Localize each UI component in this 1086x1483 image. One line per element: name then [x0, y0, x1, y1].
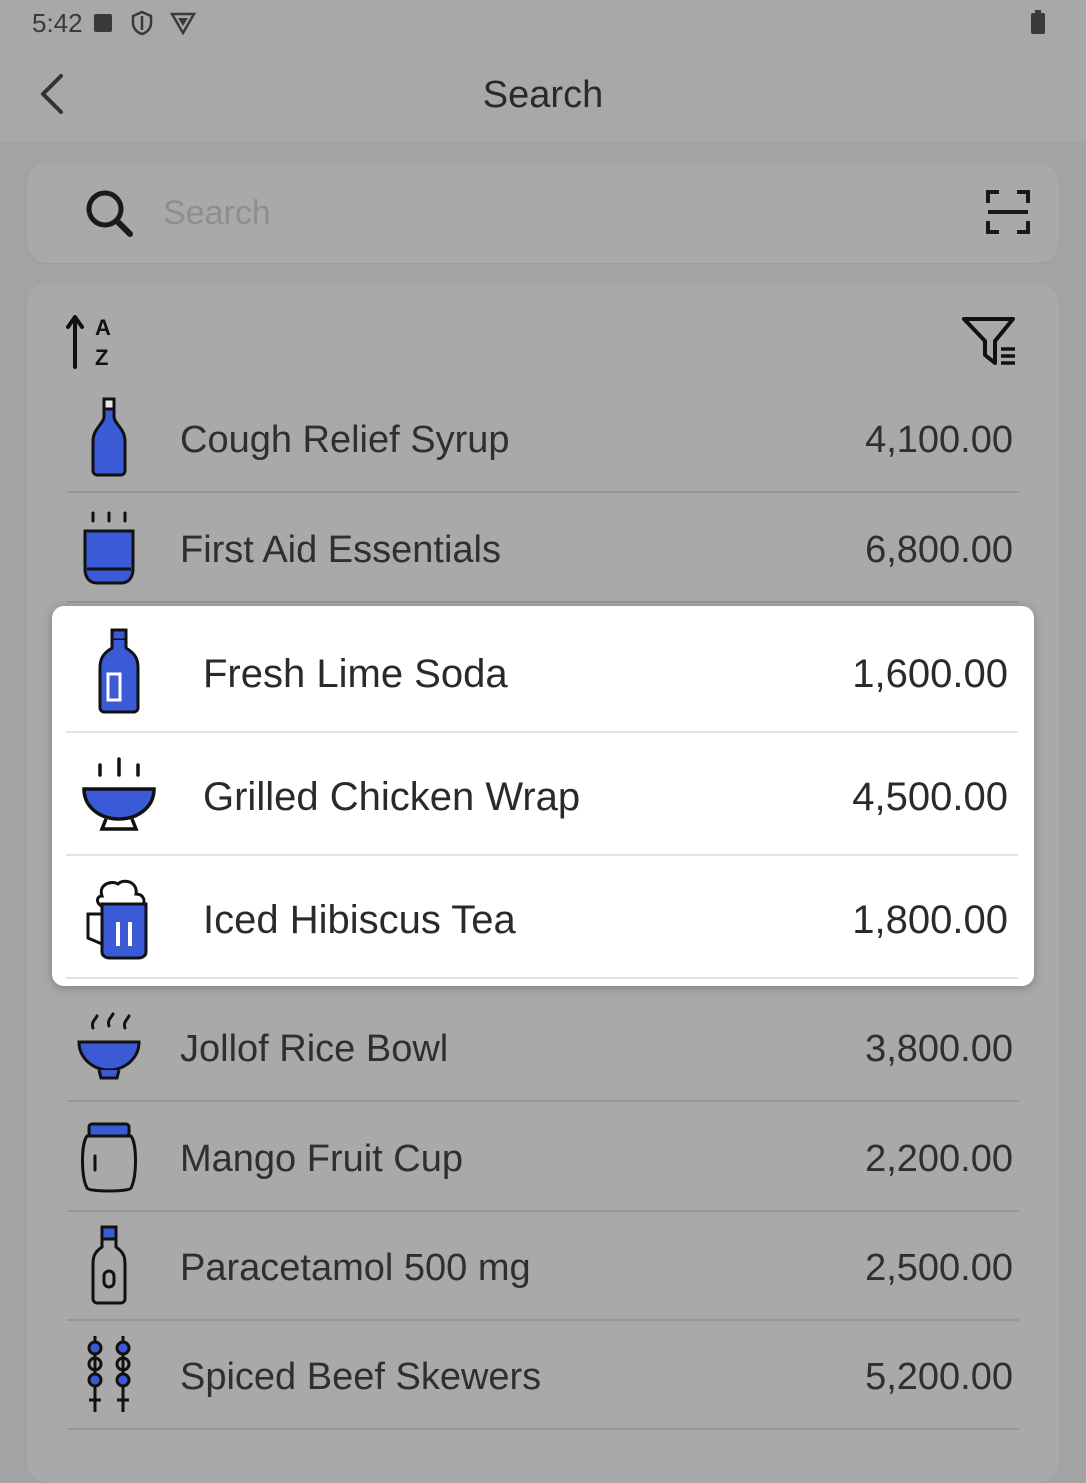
- soda-bottle-icon: [98, 628, 140, 714]
- filter-icon[interactable]: [961, 315, 1019, 369]
- search-icon[interactable]: [83, 187, 135, 239]
- list-item[interactable]: Iced Hibiscus Tea 1,800.00: [66, 856, 1018, 979]
- svg-text:Z: Z: [95, 345, 108, 369]
- search-bar: [27, 163, 1059, 263]
- search-input[interactable]: [163, 187, 943, 239]
- svg-text:A: A: [95, 315, 111, 340]
- list-item[interactable]: Paracetamol 500 mg 2,500.00: [67, 1211, 1019, 1321]
- item-price: 4,100.00: [865, 419, 1013, 461]
- item-name: Spiced Beef Skewers: [180, 1356, 542, 1398]
- cup-icon: [83, 511, 135, 585]
- status-bar: 5:42: [0, 0, 1086, 46]
- syrup-bottle-icon: [91, 397, 127, 477]
- item-name: Grilled Chicken Wrap: [203, 775, 581, 819]
- rice-bowl-icon: [77, 1012, 141, 1080]
- item-price: 2,500.00: [865, 1247, 1013, 1289]
- list-item[interactable]: First Aid Essentials 6,800.00: [67, 493, 1019, 603]
- battery-icon: [1031, 10, 1045, 34]
- list-item[interactable]: Grilled Chicken Wrap 4,500.00: [66, 733, 1018, 856]
- status-icons: [92, 10, 196, 36]
- item-price: 5,200.00: [865, 1356, 1013, 1398]
- list-item[interactable]: Fresh Lime Soda 1,600.00: [66, 610, 1018, 733]
- list-item[interactable]: Cough Relief Syrup 4,100.00: [67, 383, 1019, 493]
- item-name: Mango Fruit Cup: [180, 1138, 464, 1180]
- item-price: 2,200.00: [865, 1138, 1013, 1180]
- highlighted-items: Fresh Lime Soda 1,600.00 Grilled Chicken…: [52, 606, 1034, 986]
- item-name: First Aid Essentials: [180, 529, 501, 571]
- item-name: Jollof Rice Bowl: [180, 1028, 449, 1070]
- item-name: Iced Hibiscus Tea: [203, 898, 516, 942]
- list-item[interactable]: Mango Fruit Cup 2,200.00: [67, 1102, 1019, 1212]
- status-time: 5:42: [32, 8, 83, 38]
- list-item[interactable]: Spiced Beef Skewers 5,200.00: [67, 1320, 1019, 1430]
- skewers-icon: [87, 1336, 131, 1412]
- list-item[interactable]: Jollof Rice Bowl 3,800.00: [67, 992, 1019, 1102]
- bowl-icon: [82, 757, 156, 831]
- item-price: 1,600.00: [852, 652, 1008, 696]
- page-title: Search: [482, 74, 604, 116]
- sort-az-icon[interactable]: AZ: [65, 313, 117, 369]
- item-price: 6,800.00: [865, 529, 1013, 571]
- item-name: Paracetamol 500 mg: [180, 1247, 531, 1289]
- pill-bottle-icon: [91, 1225, 127, 1305]
- jar-icon: [81, 1122, 137, 1193]
- app-bar: Search: [0, 46, 1086, 142]
- mug-icon: [86, 879, 148, 960]
- shield-icon: [131, 10, 153, 36]
- item-name: Cough Relief Syrup: [180, 419, 510, 461]
- notification-square-icon: [94, 14, 112, 32]
- item-price: 1,800.00: [852, 898, 1008, 942]
- item-price: 4,500.00: [852, 775, 1008, 819]
- vpn-shield-icon: [170, 12, 196, 35]
- item-price: 3,800.00: [865, 1028, 1013, 1070]
- barcode-scan-icon[interactable]: [985, 189, 1031, 235]
- item-name: Fresh Lime Soda: [203, 652, 508, 696]
